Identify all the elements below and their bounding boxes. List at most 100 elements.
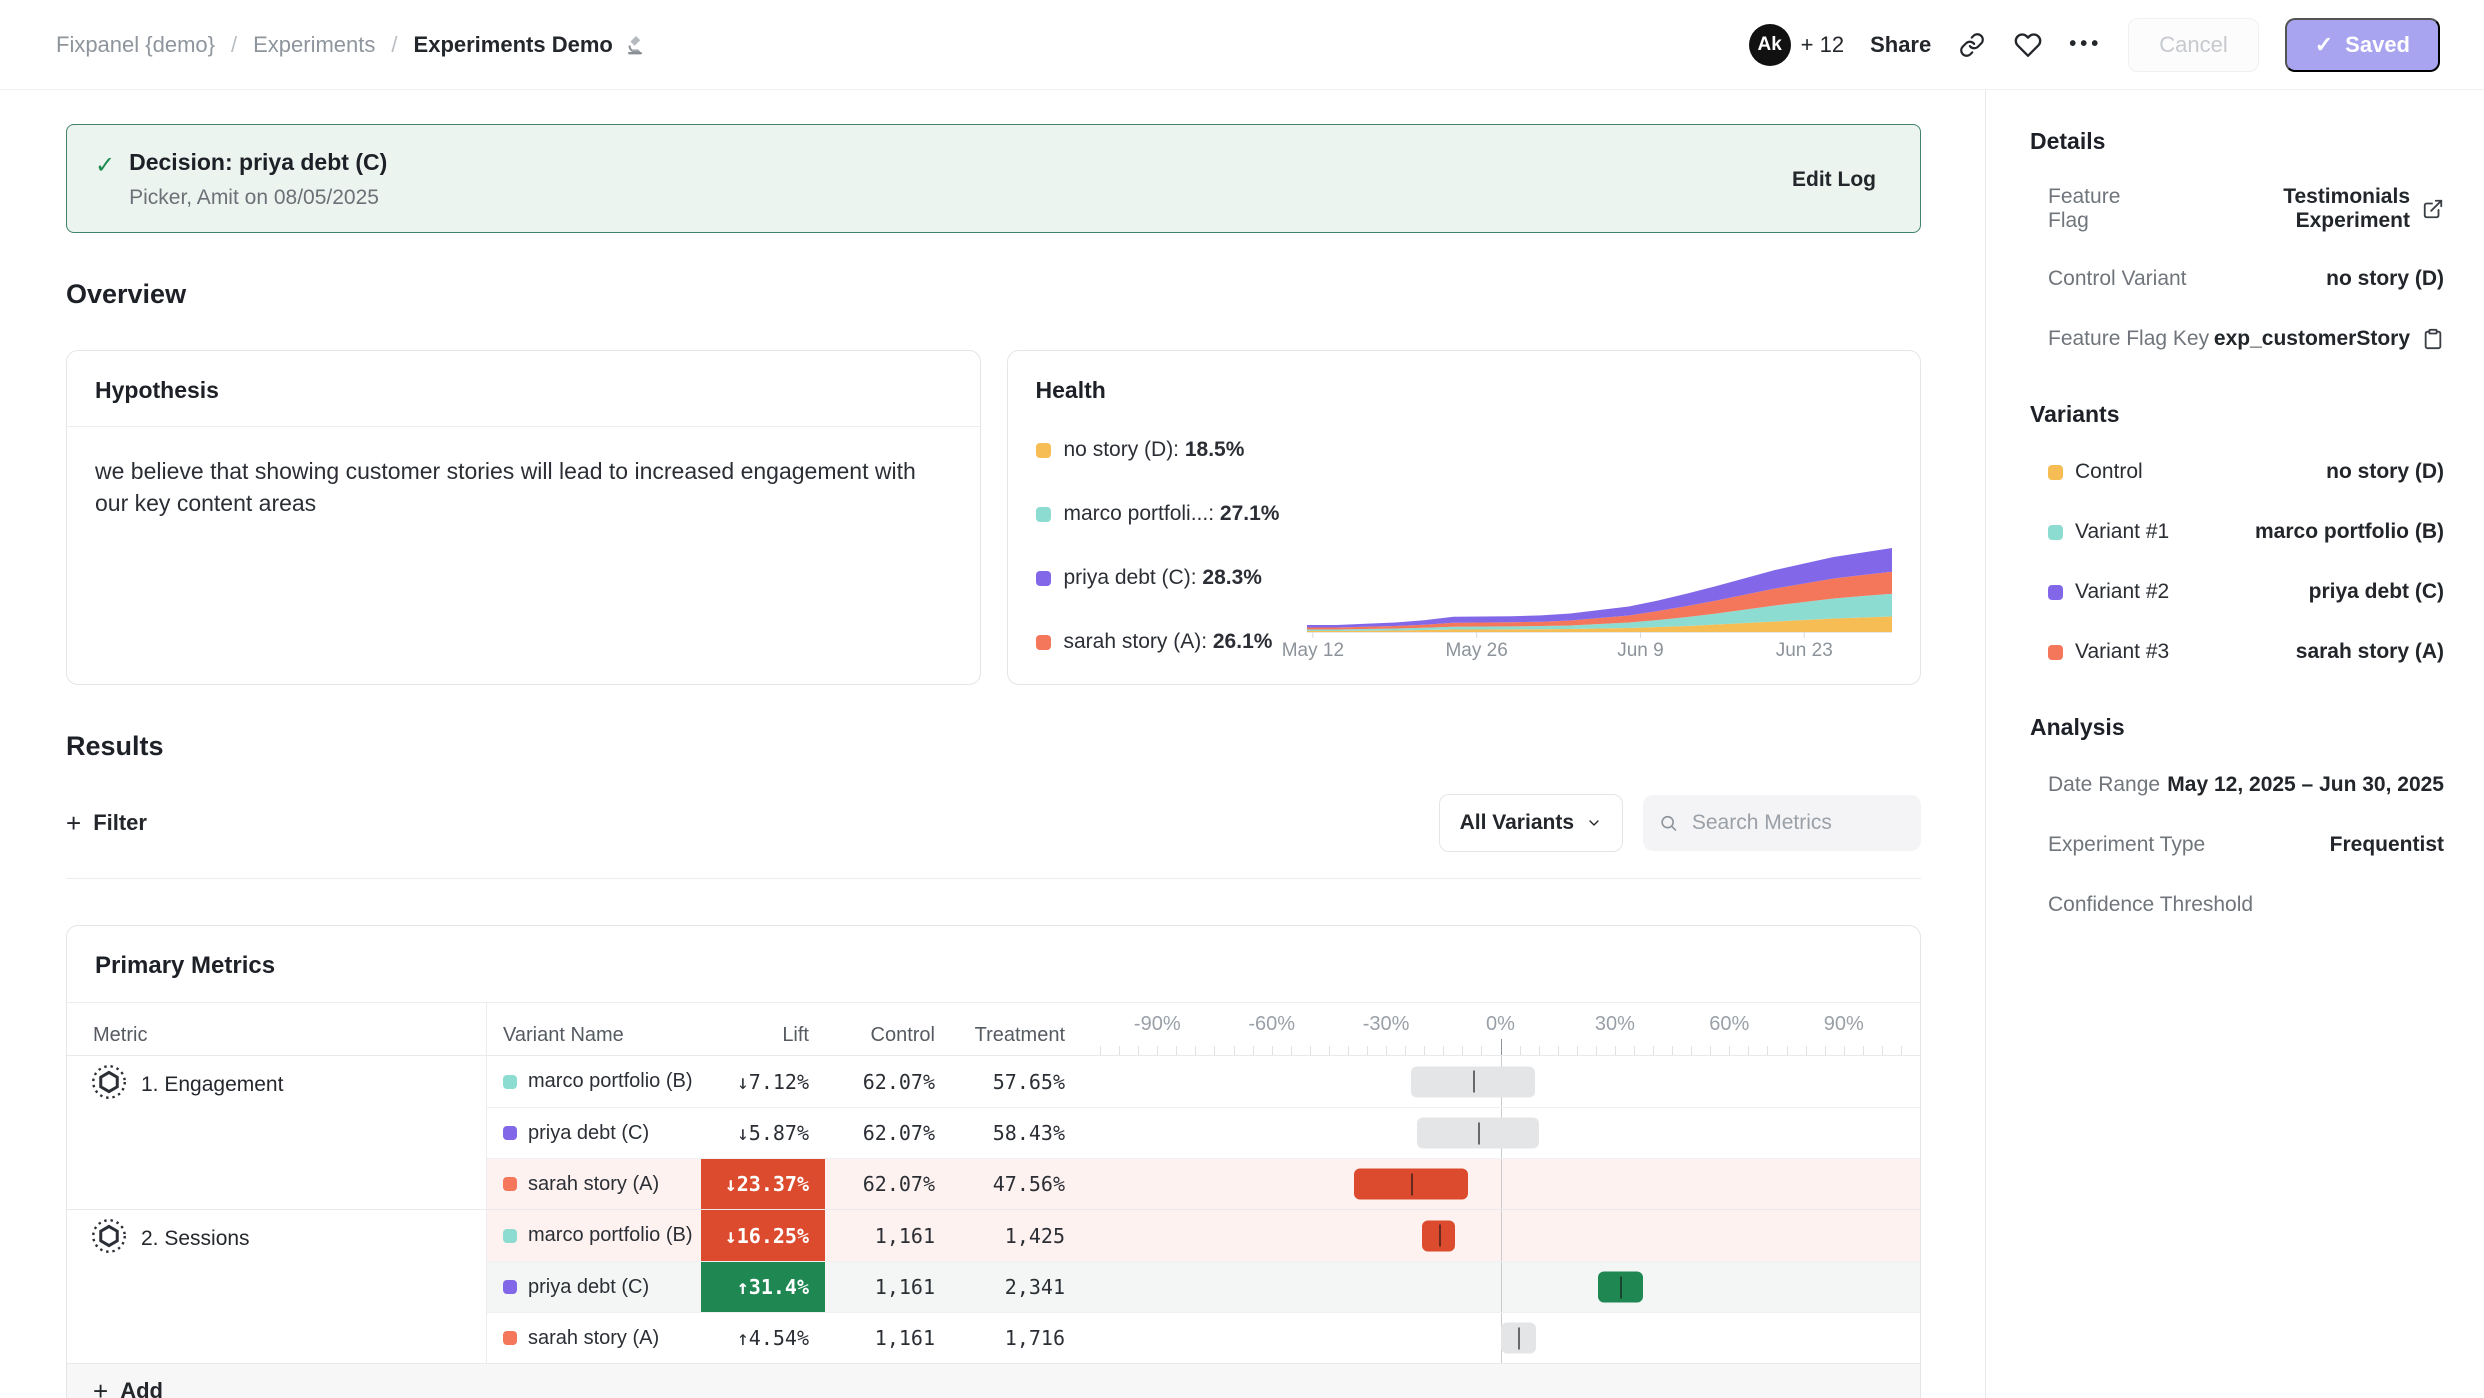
detail-value: exp_customerStory — [2214, 327, 2444, 351]
analysis-row: Experiment TypeFrequentist — [2048, 831, 2444, 859]
more-menu-button[interactable]: ••• — [2069, 33, 2102, 56]
detail-row: Feature FlagTestimonials Experiment — [2048, 185, 2444, 233]
confidence-interval-bar — [1422, 1220, 1454, 1251]
treatment-value: 1,716 — [951, 1312, 1081, 1363]
decision-check-icon: ✓ — [95, 151, 115, 180]
variant-row: Variant #3 sarah story (A) — [2048, 638, 2444, 666]
detail-row: Control Variantno story (D) — [2048, 265, 2444, 293]
lift-value: ↑4.54% — [737, 1326, 825, 1350]
health-legend: no story (D): 18.5% marco portfoli...: 27… — [1036, 438, 1308, 658]
axis-tick-label: 30% — [1595, 1013, 1635, 1036]
analysis-value: May 12, 2025 – Jun 30, 2025 — [2167, 773, 2444, 797]
axis-minor-tick — [1481, 1046, 1482, 1055]
breadcrumb-current: Experiments Demo — [414, 32, 647, 58]
control-value: 62.07% — [825, 1056, 951, 1107]
legend-swatch — [1036, 507, 1051, 522]
axis-minor-tick — [1462, 1046, 1463, 1055]
all-variants-dropdown[interactable]: All Variants — [1439, 794, 1623, 852]
axis-minor-tick — [1558, 1046, 1559, 1055]
detail-label: Feature Flag — [2048, 185, 2166, 233]
decision-subtitle: Picker, Amit on 08/05/2025 — [129, 186, 387, 210]
axis-minor-tick — [1729, 1046, 1730, 1055]
metric-cell: 1. Engagement — [67, 1056, 487, 1209]
variant-label: Variant #2 — [2048, 580, 2169, 604]
confidence-interval-cell — [1081, 1261, 1920, 1312]
col-variant-name: Variant Name — [487, 1003, 701, 1055]
edit-log-button[interactable]: Edit Log — [1792, 168, 1890, 192]
axis-tick-label: -30% — [1363, 1013, 1410, 1036]
confidence-interval-bar — [1354, 1169, 1468, 1200]
svg-text:Jun 23: Jun 23 — [1776, 640, 1833, 661]
axis-minor-tick — [1329, 1046, 1330, 1055]
lift-value: ↓7.12% — [737, 1070, 825, 1094]
detail-label: Control Variant — [2048, 267, 2187, 291]
saved-button[interactable]: ✓ Saved — [2285, 18, 2440, 72]
axis-minor-tick — [1100, 1046, 1101, 1055]
variant-color-swatch — [2048, 585, 2063, 600]
search-metrics-input[interactable] — [1690, 810, 1905, 836]
primary-metrics-card: Primary Metrics Metric Variant Name Lift… — [66, 925, 1921, 1398]
variant-label: Variant #3 — [2048, 640, 2169, 664]
variant-name-cell: priya debt (C) — [487, 1261, 701, 1312]
favorite-heart-icon[interactable] — [2013, 30, 2043, 60]
metric-name: 1. Engagement — [141, 1073, 283, 1097]
axis-minor-tick — [1672, 1046, 1673, 1055]
lift-point-marker — [1473, 1071, 1475, 1093]
plus-icon: + — [93, 1378, 108, 1398]
external-link-icon[interactable] — [2422, 198, 2444, 220]
search-metrics-box — [1643, 795, 1921, 851]
axis-tick-label: 90% — [1824, 1013, 1864, 1036]
breadcrumb: Fixpanel {demo} / Experiments / Experime… — [56, 32, 647, 58]
clipboard-icon[interactable] — [2422, 328, 2444, 350]
primary-metrics-title: Primary Metrics — [67, 926, 1920, 1003]
axis-tick-label: -60% — [1248, 1013, 1295, 1036]
legend-label: marco portfoli...: 27.1% — [1064, 502, 1280, 526]
variant-color-swatch — [2048, 525, 2063, 540]
breadcrumb-project[interactable]: Fixpanel {demo} — [56, 32, 215, 58]
confidence-interval-bar — [1417, 1118, 1539, 1149]
details-sidebar: Details Feature FlagTestimonials Experim… — [1985, 90, 2484, 1398]
axis-minor-tick — [1119, 1046, 1120, 1055]
axis-minor-tick — [1710, 1046, 1711, 1055]
results-heading: Results — [66, 731, 1921, 762]
variant-name-cell: marco portfolio (B) — [487, 1210, 701, 1261]
variant-name: marco portfolio (B) — [528, 1070, 693, 1093]
variant-color-swatch — [2048, 465, 2063, 480]
cancel-button[interactable]: Cancel — [2128, 18, 2258, 72]
lift-point-marker — [1478, 1122, 1480, 1144]
control-value: 1,161 — [825, 1261, 951, 1312]
add-metric-button[interactable]: + Add — [67, 1364, 1920, 1398]
collaborator-count[interactable]: + 12 — [1801, 32, 1844, 58]
analysis-label: Confidence Threshold — [2048, 893, 2253, 917]
lift-cell: ↑31.4% — [701, 1261, 825, 1312]
share-button[interactable]: Share — [1870, 32, 1931, 58]
axis-tick-label: -90% — [1134, 1013, 1181, 1036]
axis-minor-tick — [1195, 1046, 1196, 1055]
breadcrumb-experiments[interactable]: Experiments — [253, 32, 375, 58]
avatar[interactable]: Ak — [1749, 24, 1791, 66]
confidence-interval-cell — [1081, 1312, 1920, 1363]
axis-minor-tick — [1634, 1046, 1635, 1055]
axis-minor-tick — [1405, 1046, 1406, 1055]
legend-label: priya debt (C): 28.3% — [1064, 566, 1262, 590]
health-card: Health no story (D): 18.5%marco portfoli… — [1007, 350, 1922, 685]
lift-cell: ↑4.54% — [701, 1312, 825, 1363]
chevron-down-icon — [1586, 815, 1602, 831]
axis-minor-tick — [1367, 1046, 1368, 1055]
axis-minor-tick — [1138, 1046, 1139, 1055]
axis-minor-tick — [1787, 1046, 1788, 1055]
control-value: 62.07% — [825, 1107, 951, 1158]
copy-link-icon[interactable] — [1957, 30, 1987, 60]
axis-minor-tick — [1901, 1046, 1902, 1055]
variant-value: sarah story (A) — [2296, 640, 2444, 664]
confidence-interval-cell — [1081, 1210, 1920, 1261]
health-legend-item: no story (D): 18.5% — [1036, 438, 1308, 462]
axis-minor-tick — [1310, 1046, 1311, 1055]
variant-name: sarah story (A) — [528, 1173, 659, 1196]
axis-minor-tick — [1520, 1046, 1521, 1055]
add-filter-button[interactable]: + Filter — [66, 810, 147, 836]
lift-value: ↓5.87% — [737, 1121, 825, 1145]
confidence-interval-cell — [1081, 1107, 1920, 1158]
lift-point-marker — [1620, 1276, 1622, 1298]
variant-row: Controlno story (D) — [2048, 458, 2444, 486]
